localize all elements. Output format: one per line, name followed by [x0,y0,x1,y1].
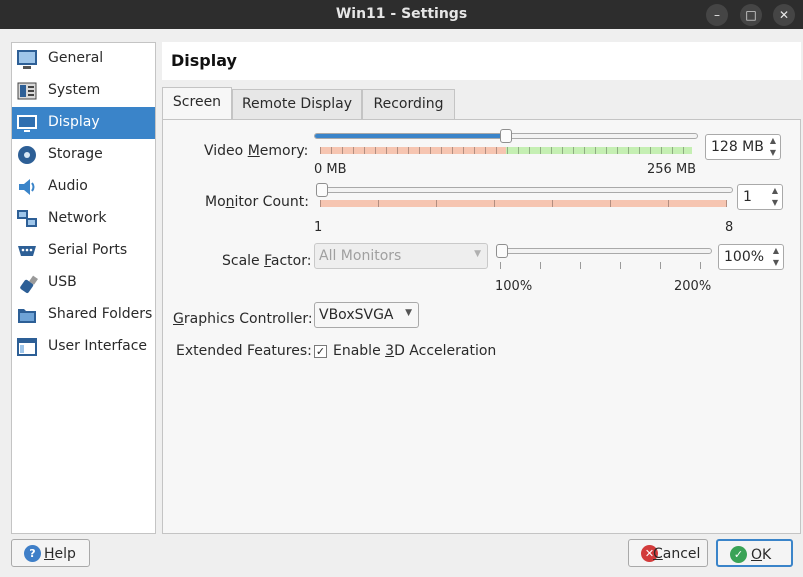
network-icon [16,208,38,230]
cancel-button[interactable]: ✕ Cancel [628,539,708,567]
spin-down-icon[interactable]: ▼ [768,197,782,209]
close-button[interactable]: ✕ [773,4,795,26]
sidebar-item-label: Audio [48,178,88,194]
monitor-count-value: 1 [743,189,752,205]
tab-screen[interactable]: Screen [162,87,232,119]
sidebar-item-label: Network [48,210,107,226]
window-icon [16,336,38,358]
sidebar-item-audio[interactable]: Audio [12,171,155,203]
tab-recording[interactable]: Recording [362,89,455,119]
sidebar-item-network[interactable]: Network [12,203,155,235]
scale-factor-min-label: 100% [495,279,533,294]
display-icon [16,112,38,134]
page-title: Display [171,51,237,70]
spin-up-icon[interactable]: ▲ [769,245,783,257]
settings-sidebar: General System Display Storage Audio Net… [11,42,156,534]
sidebar-item-label: Serial Ports [48,242,128,258]
screen-tab-pane: Video Memory: 0 MB 256 MB 128 MB ▲ ▼ Mon… [162,119,801,534]
monitor-count-slider-handle[interactable] [316,183,328,197]
sidebar-item-system[interactable]: System [12,75,155,107]
chevron-down-icon: ▼ [474,249,481,259]
graphics-controller-label: Graphics Controller: [173,311,313,327]
sidebar-item-label: User Interface [48,338,148,354]
maximize-button[interactable]: □ [740,4,762,26]
spin-down-icon[interactable]: ▼ [769,257,783,269]
sidebar-item-storage[interactable]: Storage [12,139,155,171]
usb-icon [16,272,38,294]
scale-factor-value: 100% [724,249,765,265]
extended-features-label: Extended Features: [176,343,312,359]
serial-port-icon [16,240,38,262]
window-title: Win11 - Settings [335,6,468,22]
enable-3d-checkbox[interactable]: ✓ [314,345,327,358]
video-memory-label: Video Memory: [204,143,309,159]
monitor-count-range-bar [320,200,727,207]
monitor-count-label: Monitor Count: [205,194,309,210]
sidebar-item-label: General [48,50,104,66]
settings-window: General System Display Storage Audio Net… [0,29,803,577]
scale-factor-slider-groove [496,248,712,254]
disk-icon [16,144,38,166]
tab-remote-display[interactable]: Remote Display [232,89,362,119]
video-memory-ticks [320,147,692,154]
monitor-icon [16,48,38,70]
graphics-controller-select[interactable]: VBoxSVGA ▼ [314,302,419,328]
scale-factor-spinbox[interactable]: 100% ▲ ▼ [718,244,784,270]
monitor-count-max-label: 8 [725,220,734,235]
video-memory-spinbox[interactable]: 128 MB ▲ ▼ [705,134,781,160]
video-memory-max-label: 256 MB [647,162,697,177]
scale-factor-label: Scale Factor: [222,253,312,269]
scale-factor-ticks [500,262,710,269]
scale-monitor-value: All Monitors [319,248,402,264]
sidebar-item-label: USB [48,274,77,290]
sidebar-item-serial-ports[interactable]: Serial Ports [12,235,155,267]
sidebar-item-shared-folders[interactable]: Shared Folders [12,299,155,331]
sidebar-item-general[interactable]: General [12,43,155,75]
video-memory-value: 128 MB [711,139,764,155]
minimize-button[interactable]: – [706,4,728,26]
chevron-down-icon: ▼ [405,308,412,318]
video-memory-slider-handle[interactable] [500,129,512,143]
graphics-controller-value: VBoxSVGA [319,307,394,323]
scale-factor-max-label: 200% [674,279,712,294]
sidebar-item-usb[interactable]: USB [12,267,155,299]
monitor-count-min-label: 1 [314,220,323,235]
folder-icon [16,304,38,326]
ok-button[interactable]: ✓ OK [716,539,793,567]
monitor-count-ticks [320,200,727,207]
settings-content: Display Screen Remote Display Recording … [162,42,801,534]
spin-up-icon[interactable]: ▲ [768,185,782,197]
sidebar-item-label: Display [48,114,100,130]
chip-icon [16,80,38,102]
video-memory-range-bar [320,147,692,154]
scale-monitor-select[interactable]: All Monitors ▼ [314,243,488,269]
ok-icon: ✓ [730,546,747,563]
sidebar-item-label: Shared Folders [48,306,153,322]
monitor-count-slider-groove [316,187,733,193]
sidebar-item-label: System [48,82,101,98]
scale-factor-slider-handle[interactable] [496,244,508,258]
help-button[interactable]: ? Help [11,539,90,567]
help-icon: ? [24,545,41,562]
spin-down-icon[interactable]: ▼ [766,147,780,159]
sidebar-item-label: Storage [48,146,103,162]
title-bar: Win11 - Settings – □ ✕ [0,0,803,29]
page-header: Display [162,42,801,80]
enable-3d-label[interactable]: Enable 3D Acceleration [333,343,496,359]
spin-up-icon[interactable]: ▲ [766,135,780,147]
sidebar-item-user-interface[interactable]: User Interface [12,331,155,363]
video-memory-slider-fill [315,134,507,138]
sidebar-item-display[interactable]: Display [12,107,155,139]
speaker-icon [16,176,38,198]
video-memory-min-label: 0 MB [314,162,347,177]
monitor-count-spinbox[interactable]: 1 ▲ ▼ [737,184,783,210]
